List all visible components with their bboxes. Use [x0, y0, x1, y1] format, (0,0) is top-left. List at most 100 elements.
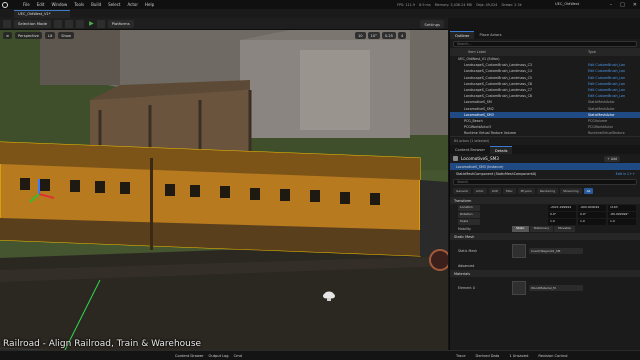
- sky-atmosphere-icon[interactable]: [322, 290, 336, 302]
- outliner-row[interactable]: LandscapeS_CustomBrush_Landmass_C4 Edit C…: [450, 68, 640, 74]
- menu-window[interactable]: Window: [51, 2, 67, 7]
- content-drawer-button[interactable]: Content Drawer: [175, 354, 204, 358]
- outliner-row[interactable]: LocomotiveS_SM2 StaticMeshActor: [450, 106, 640, 112]
- lit-button[interactable]: Lit: [44, 32, 56, 39]
- static-mesh-picker[interactable]: CoachWagon01_SM: [529, 248, 583, 255]
- transform-gizmo-icon[interactable]: [27, 176, 57, 206]
- outliner-row[interactable]: LandscapeS_CustomBrush_Landmass_C7 Edit C…: [450, 87, 640, 93]
- revision-control-button[interactable]: Revision Control: [538, 354, 567, 358]
- content-icon[interactable]: [54, 19, 63, 28]
- lit-label: Lit: [47, 33, 53, 38]
- category-tab[interactable]: Rendering: [536, 188, 559, 195]
- settings-button[interactable]: Settings: [420, 20, 444, 28]
- cmd-button[interactable]: Cmd: [234, 354, 242, 358]
- scale-z-field[interactable]: 1.0: [608, 219, 636, 225]
- location-dropdown[interactable]: Location: [458, 205, 480, 211]
- maximize-button[interactable]: □: [620, 2, 625, 8]
- outliner-row[interactable]: PCG_Beach PCGVolume: [450, 118, 640, 124]
- save-icon[interactable]: [3, 19, 11, 28]
- selection-mode-dropdown[interactable]: Selection Mode: [14, 19, 52, 28]
- rotation-x-field[interactable]: 0.0°: [548, 212, 576, 218]
- viewport-menu-icon[interactable]: ≡: [3, 32, 13, 39]
- menu-file[interactable]: File: [23, 2, 30, 7]
- component-row[interactable]: LocomotiveS_SM3 (Instance): [450, 163, 640, 171]
- static-mesh-thumbnail[interactable]: [512, 244, 526, 259]
- materials-section[interactable]: Materials: [450, 270, 640, 278]
- location-z-field[interactable]: 1163: [608, 205, 636, 211]
- rotation-dropdown[interactable]: Rotation: [458, 212, 480, 218]
- perspective-button[interactable]: Perspective: [15, 32, 42, 39]
- category-tab[interactable]: Streaming: [560, 188, 582, 195]
- mobility-static[interactable]: Static: [512, 226, 529, 232]
- add-component-button[interactable]: + Add: [604, 155, 620, 162]
- category-tab[interactable]: All: [583, 188, 594, 195]
- col-item-label[interactable]: Item Label: [450, 50, 588, 54]
- menu-actor[interactable]: Actor: [127, 2, 138, 7]
- outliner-search-input[interactable]: Search...: [453, 40, 637, 47]
- outliner-row[interactable]: LandscapeS_CustomBrush_Landmass_C6 Edit C…: [450, 81, 640, 87]
- material-thumbnail[interactable]: [512, 281, 526, 296]
- level-tab[interactable]: UEC_OldWest_V1*: [14, 10, 70, 18]
- edit-in-cpp-link[interactable]: Edit in C++: [616, 172, 635, 176]
- rotation-z-field[interactable]: -89.999999°: [608, 212, 636, 218]
- component-row[interactable]: StaticMeshComponent (StaticMeshComponent…: [450, 170, 640, 177]
- transform-section[interactable]: Transform: [450, 197, 640, 205]
- detail-categories: General Actor LOD Misc Physics Rendering Strea…: [450, 186, 640, 196]
- location-x-field[interactable]: -2021.999999: [548, 205, 576, 211]
- outliner-row[interactable]: LocomotiveS_SM StaticMeshActor: [450, 99, 640, 105]
- menu-build[interactable]: Build: [91, 2, 101, 7]
- actor-icon: [453, 156, 458, 162]
- menu-tools[interactable]: Tools: [74, 2, 84, 7]
- trace-button[interactable]: Trace: [456, 354, 466, 358]
- outliner-row[interactable]: LandscapeS_CustomBrush_Landmass_C8 Edit C…: [450, 93, 640, 99]
- cinematics-icon[interactable]: [76, 19, 85, 28]
- material-picker[interactable]: WoodMaterial_M: [529, 285, 583, 292]
- platforms-dropdown[interactable]: Platforms: [107, 19, 134, 28]
- show-button[interactable]: Show: [58, 32, 74, 39]
- outliner-row[interactable]: LandscapeS_CustomBrush_Landmass_C3 Edit C…: [450, 62, 640, 68]
- menu-help[interactable]: Help: [145, 2, 154, 7]
- advanced-toggle[interactable]: Advanced: [458, 264, 474, 268]
- rotation-snap-button[interactable]: 10°: [367, 32, 380, 39]
- col-type[interactable]: Type: [588, 50, 596, 54]
- menu-select[interactable]: Select: [108, 2, 120, 7]
- derived-data-button[interactable]: Derived Data: [476, 354, 500, 358]
- output-log-button[interactable]: Output Log: [209, 354, 229, 358]
- scale-y-field[interactable]: 1.0: [578, 219, 606, 225]
- actor-name[interactable]: LocomotiveS_SM3: [461, 156, 499, 161]
- close-button[interactable]: ✕: [633, 2, 637, 8]
- static-mesh-section[interactable]: Static Mesh: [450, 233, 640, 241]
- category-tab[interactable]: Physics: [517, 188, 535, 195]
- mobility-stationary[interactable]: Stationary: [529, 226, 554, 232]
- scale-x-field[interactable]: 1.0: [548, 219, 576, 225]
- minimize-button[interactable]: –: [610, 2, 613, 8]
- category-tab[interactable]: LOD: [488, 188, 501, 195]
- location-y-field[interactable]: -900.000049: [578, 205, 606, 211]
- outliner-row[interactable]: LandscapeS_CustomBrush_Landmass_C5 Edit C…: [450, 75, 640, 81]
- category-tab[interactable]: Misc: [502, 188, 516, 195]
- menu-edit[interactable]: Edit: [37, 2, 45, 7]
- play-icon[interactable]: ▶: [89, 20, 94, 27]
- category-tab[interactable]: Actor: [472, 188, 487, 195]
- tab-place-actors[interactable]: Place Actors: [474, 31, 507, 39]
- material-row: Element 0 WoodMaterial_M: [450, 277, 640, 299]
- blueprint-icon[interactable]: [65, 19, 74, 28]
- details-search-input[interactable]: Search: [453, 178, 637, 185]
- category-tab[interactable]: General: [453, 188, 471, 195]
- camera-speed-button[interactable]: 4: [397, 32, 407, 39]
- play-options-icon[interactable]: [96, 19, 105, 28]
- rotation-y-field[interactable]: 0.0°: [578, 212, 606, 218]
- tab-content-browser[interactable]: Content Browser: [450, 146, 490, 155]
- mobility-movable[interactable]: Movable: [554, 226, 575, 232]
- tab-details[interactable]: Details: [490, 146, 513, 155]
- outliner-row[interactable]: LocomotiveS_SM3 StaticMeshActor: [450, 111, 640, 118]
- grid-snap-button[interactable]: 10: [355, 32, 366, 39]
- main-menu: File Edit Window Tools Build Select Acto…: [23, 2, 154, 7]
- level-viewport[interactable]: ≡ Perspective Lit Show 10 10° 0.25 4: [0, 30, 448, 360]
- unsaved-button[interactable]: 1 Unsaved: [509, 354, 528, 358]
- outliner-row[interactable]: PCGWorldActor3 PCGWorldActor: [450, 124, 640, 130]
- outliner-row[interactable]: Runtime Virtual Texture Volume RuntimeVir…: [450, 130, 640, 136]
- scale-snap-button[interactable]: 0.25: [381, 32, 396, 39]
- tab-outliner[interactable]: Outliner: [450, 31, 475, 39]
- scale-dropdown[interactable]: Scale: [458, 219, 480, 225]
